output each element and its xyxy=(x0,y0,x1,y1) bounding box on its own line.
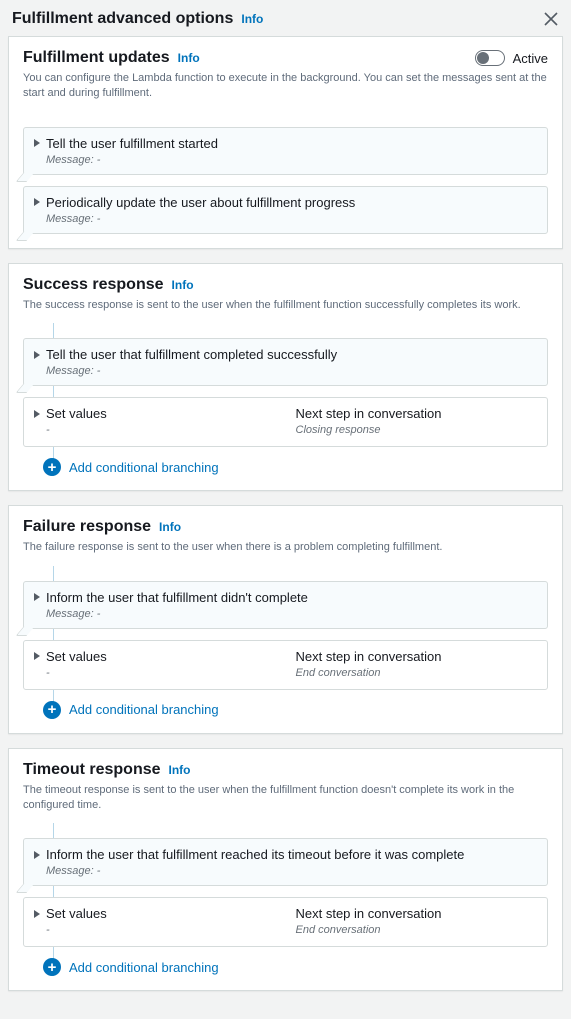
set-values-sub: - xyxy=(46,924,274,936)
next-step-value: Closing response xyxy=(296,424,536,436)
failure-msg-title: Inform the user that fulfillment didn't … xyxy=(46,590,308,605)
timeout-values-card: Set values - Next step in conversation E… xyxy=(23,897,548,947)
updates-start-title: Tell the user fulfillment started xyxy=(46,136,218,151)
next-step-title: Next step in conversation xyxy=(296,649,536,664)
updates-progress-card: Periodically update the user about fulfi… xyxy=(23,186,548,234)
chevron-right-icon[interactable] xyxy=(34,351,40,359)
success-values-card: Set values - Next step in conversation C… xyxy=(23,397,548,447)
success-message-card: Tell the user that fulfillment completed… xyxy=(23,338,548,386)
close-icon[interactable] xyxy=(543,11,559,27)
updates-progress-message: Message: - xyxy=(46,213,535,225)
set-values-sub: - xyxy=(46,667,274,679)
failure-values-card: Set values - Next step in conversation E… xyxy=(23,640,548,690)
failure-response-panel: Failure response Info The failure respon… xyxy=(8,505,563,733)
page-title: Fulfillment advanced options xyxy=(12,10,233,28)
timeout-info-link[interactable]: Info xyxy=(169,763,191,777)
success-msg-sub: Message: - xyxy=(46,365,535,377)
updates-progress-title: Periodically update the user about fulfi… xyxy=(46,195,355,210)
timeout-msg-sub: Message: - xyxy=(46,865,535,877)
failure-message-card: Inform the user that fulfillment didn't … xyxy=(23,581,548,629)
active-toggle[interactable] xyxy=(475,50,505,66)
plus-icon[interactable]: + xyxy=(43,458,61,476)
chevron-right-icon[interactable] xyxy=(34,851,40,859)
chevron-right-icon[interactable] xyxy=(34,410,40,418)
updates-info-link[interactable]: Info xyxy=(178,51,200,65)
set-values-sub: - xyxy=(46,424,274,436)
success-msg-title: Tell the user that fulfillment completed… xyxy=(46,347,337,362)
fulfillment-updates-panel: Fulfillment updates Info Active You can … xyxy=(8,36,563,249)
updates-title: Fulfillment updates xyxy=(23,49,170,67)
add-conditional-branching-button[interactable]: Add conditional branching xyxy=(69,460,219,475)
timeout-title: Timeout response xyxy=(23,761,161,779)
failure-desc: The failure response is sent to the user… xyxy=(23,540,548,555)
timeout-message-card: Inform the user that fulfillment reached… xyxy=(23,838,548,886)
plus-icon[interactable]: + xyxy=(43,701,61,719)
chevron-right-icon[interactable] xyxy=(34,139,40,147)
next-step-value: End conversation xyxy=(296,667,536,679)
set-values-title: Set values xyxy=(46,406,107,421)
chevron-right-icon[interactable] xyxy=(34,198,40,206)
failure-title: Failure response xyxy=(23,518,151,536)
page-info-link[interactable]: Info xyxy=(241,12,263,26)
success-title: Success response xyxy=(23,276,164,294)
timeout-response-panel: Timeout response Info The timeout respon… xyxy=(8,748,563,992)
timeout-desc: The timeout response is sent to the user… xyxy=(23,783,548,814)
add-conditional-branching-button[interactable]: Add conditional branching xyxy=(69,702,219,717)
active-toggle-label: Active xyxy=(513,51,548,66)
next-step-title: Next step in conversation xyxy=(296,906,536,921)
updates-start-message: Message: - xyxy=(46,154,535,166)
failure-msg-sub: Message: - xyxy=(46,608,535,620)
timeout-msg-title: Inform the user that fulfillment reached… xyxy=(46,847,464,862)
chevron-right-icon[interactable] xyxy=(34,910,40,918)
updates-desc: You can configure the Lambda function to… xyxy=(23,71,548,102)
success-response-panel: Success response Info The success respon… xyxy=(8,263,563,491)
set-values-title: Set values xyxy=(46,906,107,921)
success-desc: The success response is sent to the user… xyxy=(23,298,548,313)
updates-start-card: Tell the user fulfillment started Messag… xyxy=(23,127,548,175)
set-values-title: Set values xyxy=(46,649,107,664)
chevron-right-icon[interactable] xyxy=(34,593,40,601)
next-step-value: End conversation xyxy=(296,924,536,936)
add-conditional-branching-button[interactable]: Add conditional branching xyxy=(69,960,219,975)
plus-icon[interactable]: + xyxy=(43,958,61,976)
next-step-title: Next step in conversation xyxy=(296,406,536,421)
success-info-link[interactable]: Info xyxy=(172,278,194,292)
failure-info-link[interactable]: Info xyxy=(159,520,181,534)
chevron-right-icon[interactable] xyxy=(34,652,40,660)
